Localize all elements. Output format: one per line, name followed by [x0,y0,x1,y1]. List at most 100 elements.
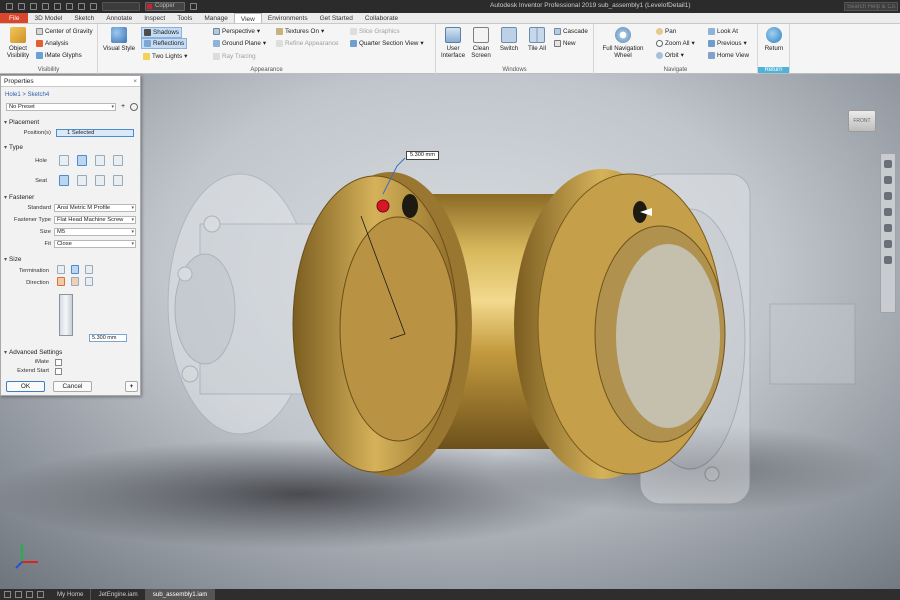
full-navigation-wheel-button[interactable]: Full Navigation Wheel [598,27,648,59]
pan-button[interactable]: Pan [656,27,676,36]
view-cube[interactable]: FRONT [848,110,876,132]
look-at-icon[interactable] [884,224,892,232]
visual-style-button[interactable]: Visual Style [102,27,136,52]
home-view-button[interactable]: Home View [708,51,749,60]
reflections-button[interactable]: Reflections [141,38,188,49]
measure-icon[interactable] [884,256,892,264]
section-icon[interactable] [884,240,892,248]
quarter-section-view-dropdown[interactable]: Quarter Section View ▾ [350,39,424,48]
no-seat-icon[interactable] [59,175,69,186]
app-menu-icon[interactable] [6,3,13,10]
menu-icon[interactable] [37,591,44,598]
tab-view[interactable]: View [233,13,262,23]
tab-get-started[interactable]: Get Started [314,13,359,23]
layout-icon[interactable] [4,591,11,598]
refine-appearance-button[interactable]: Refine Appearance [276,39,339,48]
type-section[interactable]: Type [4,144,23,151]
orbit-dropdown[interactable]: Orbit ▾ [656,51,684,60]
hole-depth-field[interactable]: 5.300 mm [89,334,127,342]
appearance-icon[interactable] [190,3,197,10]
add-button[interactable]: + [125,381,138,392]
tab-tools[interactable]: Tools [171,13,198,23]
extend-start-checkbox[interactable] [55,368,62,375]
select-dropdown[interactable] [102,2,140,11]
document-tab-my-home[interactable]: My Home [50,589,92,600]
breadcrumb[interactable]: Hole1 > Sketch4 [1,91,140,99]
preset-dropdown[interactable]: No Preset [6,103,116,111]
size-dropdown[interactable]: M5 [54,228,136,236]
direction-flip-icon[interactable] [71,277,79,286]
tab-3d-model[interactable]: 3D Model [28,13,68,23]
tile-all-button[interactable]: Tile All [525,27,549,52]
cancel-button[interactable]: Cancel [53,381,92,392]
distance-termination-icon[interactable] [57,265,65,274]
add-preset-icon[interactable]: + [119,103,127,111]
simple-hole-icon[interactable] [59,155,69,166]
positions-selector[interactable]: 1 Selected [56,129,134,137]
hole-depth-input[interactable]: 5.300 mm [406,151,439,160]
document-tab-sub-assembly[interactable]: sub_assembly1.iam [145,589,216,600]
taper-tapped-hole-icon[interactable] [113,155,123,166]
orbit-icon[interactable] [884,208,892,216]
navigation-wheel-icon[interactable] [884,160,892,168]
tile-icon[interactable] [15,591,22,598]
advanced-settings-section[interactable]: Advanced Settings [4,349,62,356]
switch-button[interactable]: Switch [498,27,520,52]
update-icon[interactable] [90,3,97,10]
new-icon[interactable] [18,3,25,10]
tab-inspect[interactable]: Inspect [138,13,171,23]
to-termination-icon[interactable] [85,265,93,274]
size-section[interactable]: Size [4,256,21,263]
analysis-button[interactable]: Analysis [36,39,68,48]
file-tab[interactable]: File [0,13,29,23]
standard-dropdown[interactable]: Ansi Metric M Profile [54,204,136,212]
redo-icon[interactable] [66,3,73,10]
placement-section[interactable]: Placement [4,119,39,126]
close-icon[interactable]: × [133,76,137,87]
center-of-gravity-button[interactable]: Center of Gravity [36,27,93,36]
fit-dropdown[interactable]: Close [54,240,136,248]
zoom-icon[interactable] [884,192,892,200]
countersink-icon[interactable] [113,175,123,186]
tab-annotate[interactable]: Annotate [100,13,138,23]
clearance-hole-icon[interactable] [77,155,87,166]
tab-collaborate[interactable]: Collaborate [359,13,404,23]
tab-environments[interactable]: Environments [262,13,314,23]
fastener-section[interactable]: Fastener [4,194,34,201]
cascade-button[interactable]: Cascade [554,27,588,36]
zoom-all-dropdown[interactable]: Zoom All ▾ [656,39,695,48]
textures-button[interactable]: Textures On ▾ [276,27,324,36]
lighting-dropdown[interactable]: Two Lights ▾ [143,52,187,61]
ground-plane-button[interactable]: Ground Plane ▾ [213,39,266,48]
material-dropdown[interactable]: Copper [145,2,185,11]
ray-tracing-button[interactable]: Ray Tracing [213,52,256,61]
imate-glyphs-button[interactable]: iMate Glyphs [36,51,82,60]
direction-symmetric-icon[interactable] [85,277,93,286]
document-tab-jetengine[interactable]: JetEngine.iam [91,589,146,600]
new-window-button[interactable]: New [554,39,576,48]
ok-button[interactable]: OK [6,381,45,392]
spotface-icon[interactable] [95,175,105,186]
fastener-type-dropdown[interactable]: Flat Head Machine Screw [54,216,136,224]
tab-sketch[interactable]: Sketch [68,13,100,23]
perspective-dropdown[interactable]: Perspective ▾ [213,27,260,36]
look-at-button[interactable]: Look At [708,27,738,36]
return-button[interactable]: Return [760,27,788,52]
slice-graphics-button[interactable]: Slice Graphics [350,27,400,36]
tab-manage[interactable]: Manage [198,13,234,23]
settings-gear-icon[interactable] [130,103,138,111]
pan-icon[interactable] [884,176,892,184]
undo-icon[interactable] [54,3,61,10]
direction-default-icon[interactable] [57,277,65,286]
through-all-termination-icon[interactable] [71,265,79,274]
imate-checkbox[interactable] [55,359,62,366]
save-icon[interactable] [42,3,49,10]
object-visibility-button[interactable]: Object Visibility [3,27,33,59]
tapped-hole-icon[interactable] [95,155,105,166]
clean-screen-button[interactable]: Clean Screen [468,27,494,59]
home-icon[interactable] [78,3,85,10]
open-icon[interactable] [30,3,37,10]
user-interface-button[interactable]: User Interface [438,27,468,59]
help-search-input[interactable] [844,2,898,11]
previous-view-button[interactable]: Previous ▾ [708,39,747,48]
